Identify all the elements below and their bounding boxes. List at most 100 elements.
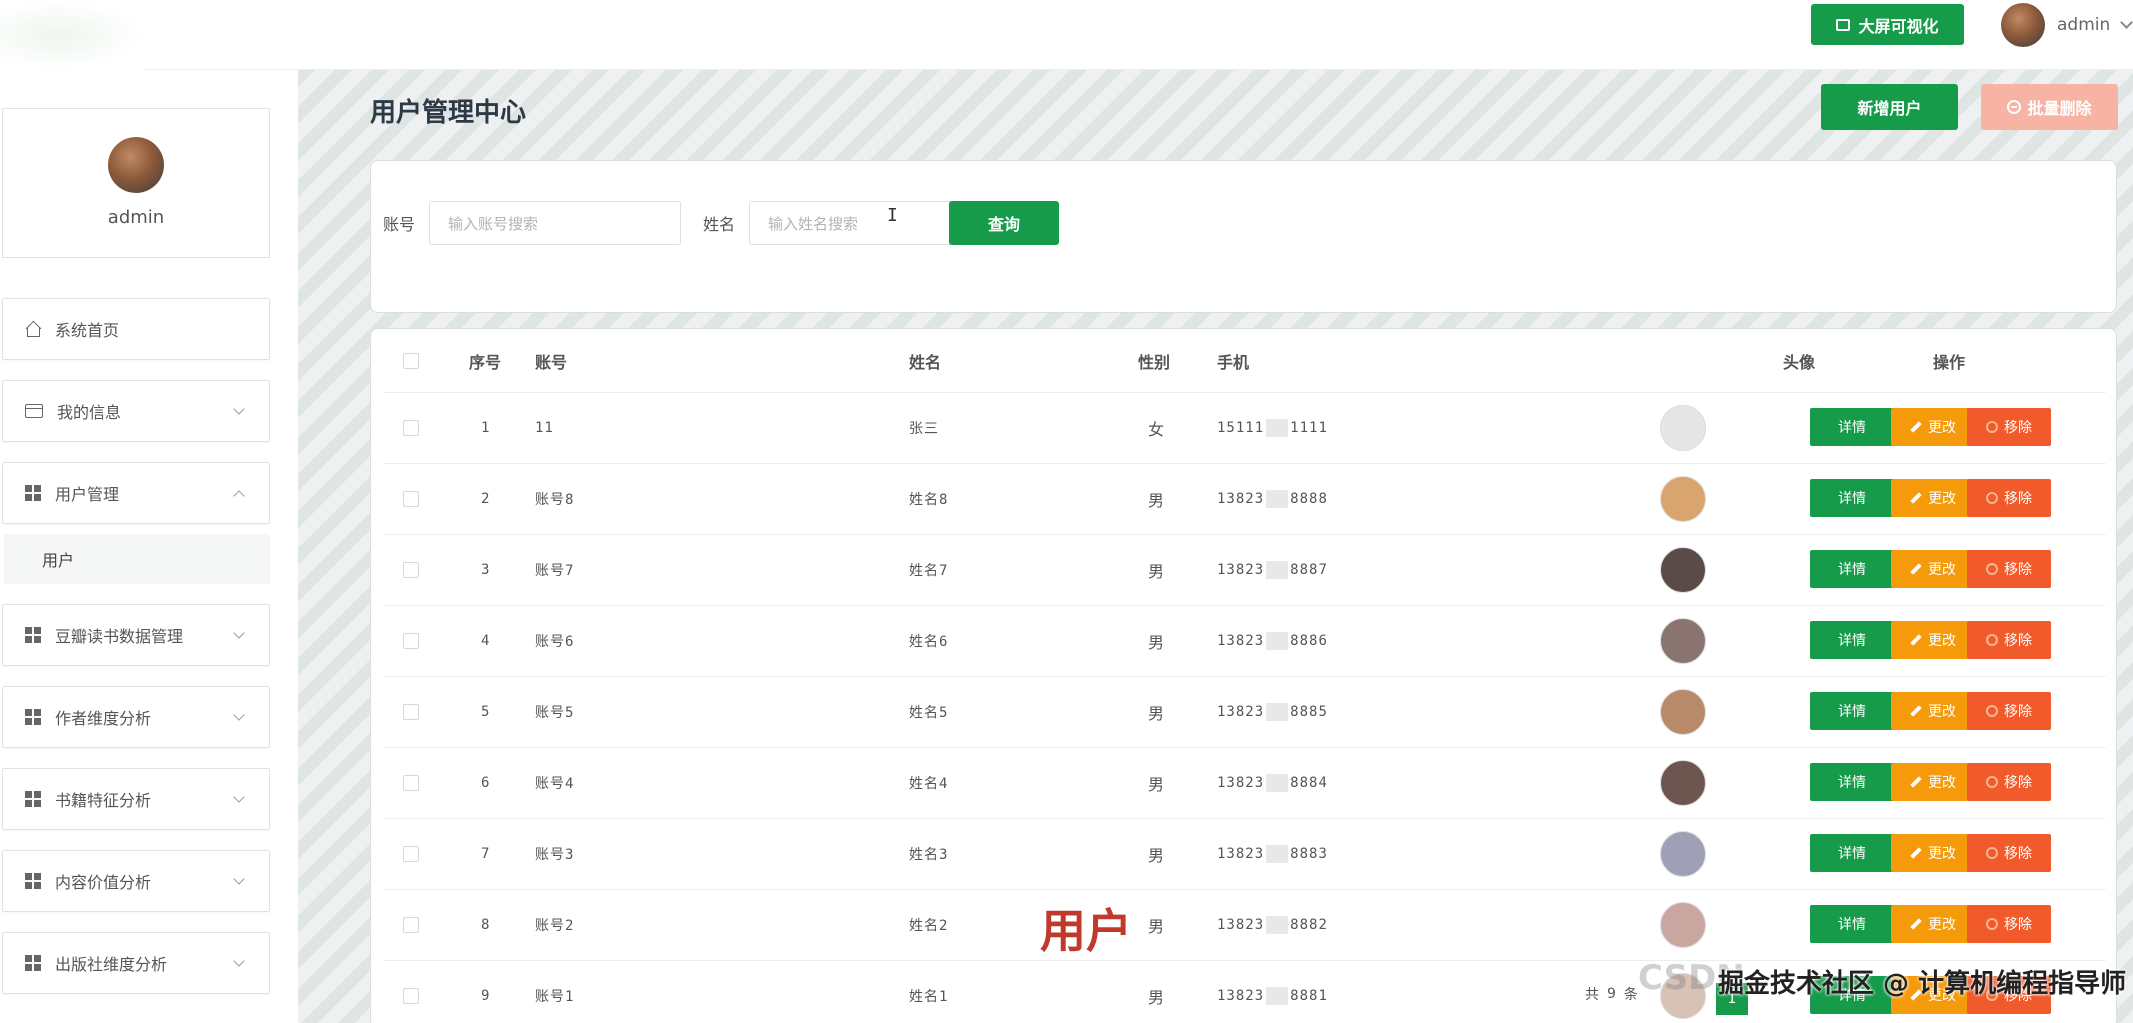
row-checkbox[interactable] xyxy=(403,420,419,436)
delete-button[interactable]: 移除 xyxy=(1967,763,2051,801)
cell-phone: 13823 8882 xyxy=(1217,890,1328,960)
sidebar-item-label: 用户管理 xyxy=(55,485,120,504)
account-search-input[interactable]: 输入账号搜索 xyxy=(429,201,681,245)
phone-mask xyxy=(1266,561,1289,579)
phone-suffix: 8883 xyxy=(1290,846,1328,862)
table-row: 3 账号7 姓名7 男 13823 8887 详情 更改 移除 xyxy=(383,535,2106,606)
table-row: 6 账号4 姓名4 男 13823 8884 详情 更改 移除 xyxy=(383,748,2106,819)
edit-button[interactable]: 更改 xyxy=(1891,834,1975,872)
detail-label: 详情 xyxy=(1838,420,1866,436)
delete-button[interactable]: 移除 xyxy=(1967,834,2051,872)
detail-button[interactable]: 详情 xyxy=(1810,905,1894,943)
phone-prefix: 13823 xyxy=(1217,704,1265,720)
edit-button[interactable]: 更改 xyxy=(1891,479,1975,517)
sidebar-item-user-management[interactable]: 用户管理 xyxy=(2,462,270,524)
edit-button[interactable]: 更改 xyxy=(1891,621,1975,659)
sidebar-item-label: 豆瓣读书数据管理 xyxy=(55,627,184,646)
detail-button[interactable]: 详情 xyxy=(1810,479,1894,517)
edit-button[interactable]: 更改 xyxy=(1891,550,1975,588)
sidebar-item-douban-data[interactable]: 豆瓣读书数据管理 xyxy=(2,604,270,666)
cell-name: 姓名8 xyxy=(909,492,949,508)
sidebar-item-home[interactable]: 系统首页 xyxy=(2,298,270,360)
delete-button[interactable]: 移除 xyxy=(1967,692,2051,730)
row-checkbox[interactable] xyxy=(403,704,419,720)
cell-gender: 女 xyxy=(1148,420,1165,439)
detail-button[interactable]: 详情 xyxy=(1810,550,1894,588)
sidebar: admin 系统首页 我的信息 用户管理 用户 豆瓣读书数据管理 作者维度分析 … xyxy=(0,70,298,1023)
pencil-icon xyxy=(1910,421,1922,433)
monitor-icon xyxy=(1836,18,1851,31)
cell-phone: 15111 1111 xyxy=(1217,393,1328,463)
row-checkbox[interactable] xyxy=(403,775,419,791)
detail-button[interactable]: 详情 xyxy=(1810,692,1894,730)
pencil-icon xyxy=(1910,918,1922,930)
avatar xyxy=(1660,405,1706,451)
batch-delete-label: 批量删除 xyxy=(2027,99,2092,118)
edit-label: 更改 xyxy=(1928,562,1956,578)
add-user-button[interactable]: 新增用户 xyxy=(1821,84,1958,130)
sidebar-item-content-value[interactable]: 内容价值分析 xyxy=(2,850,270,912)
sidebar-item-author-analysis[interactable]: 作者维度分析 xyxy=(2,686,270,748)
row-checkbox[interactable] xyxy=(403,917,419,933)
edit-button[interactable]: 更改 xyxy=(1891,763,1975,801)
cell-name: 姓名5 xyxy=(909,705,949,721)
row-checkbox[interactable] xyxy=(403,491,419,507)
grid-icon xyxy=(25,485,41,501)
cell-gender: 男 xyxy=(1148,988,1165,1007)
cell-gender: 男 xyxy=(1148,633,1165,652)
big-screen-button[interactable]: 大屏可视化 xyxy=(1811,4,1964,45)
detail-button[interactable]: 详情 xyxy=(1810,834,1894,872)
cell-account: 账号5 xyxy=(535,705,575,721)
grid-icon xyxy=(25,791,41,807)
edit-label: 更改 xyxy=(1928,420,1956,436)
delete-button[interactable]: 移除 xyxy=(1967,550,2051,588)
cell-gender: 男 xyxy=(1148,846,1165,865)
header-name: 姓名 xyxy=(909,352,942,372)
query-button[interactable]: 查询 xyxy=(949,201,1059,245)
delete-button[interactable]: 移除 xyxy=(1967,408,2051,446)
phone-mask xyxy=(1266,987,1289,1005)
edit-button[interactable]: 更改 xyxy=(1891,692,1975,730)
chevron-down-icon xyxy=(233,873,245,885)
cell-phone: 13823 8887 xyxy=(1217,535,1328,605)
user-menu[interactable]: admin xyxy=(2001,2,2133,48)
delete-label: 移除 xyxy=(2004,917,2032,933)
chevron-down-icon xyxy=(233,791,245,803)
cell-gender: 男 xyxy=(1148,562,1165,581)
detail-button[interactable]: 详情 xyxy=(1810,763,1894,801)
detail-label: 详情 xyxy=(1838,917,1866,933)
cell-gender: 男 xyxy=(1148,775,1165,794)
table-row: 8 账号2 姓名2 男 13823 8882 详情 更改 移除 xyxy=(383,890,2106,961)
row-checkbox[interactable] xyxy=(403,562,419,578)
page-title: 用户管理中心 xyxy=(370,98,527,128)
sidebar-item-label: 作者维度分析 xyxy=(55,709,152,728)
username: admin xyxy=(2057,15,2111,35)
batch-delete-button[interactable]: 批量删除 xyxy=(1981,84,2118,130)
sidebar-subitem-users[interactable]: 用户 xyxy=(4,534,270,584)
table-header: 序号 账号 姓名 性别 手机 头像 操作 xyxy=(383,329,2106,393)
chevron-down-icon xyxy=(2120,16,2133,29)
edit-button[interactable]: 更改 xyxy=(1891,905,1975,943)
delete-button[interactable]: 移除 xyxy=(1967,905,2051,943)
row-checkbox[interactable] xyxy=(403,988,419,1004)
cell-index: 2 xyxy=(481,491,491,507)
delete-button[interactable]: 移除 xyxy=(1967,621,2051,659)
detail-button[interactable]: 详情 xyxy=(1810,408,1894,446)
delete-label: 移除 xyxy=(2004,704,2032,720)
total-prefix: 共 xyxy=(1585,987,1599,1003)
phone-mask xyxy=(1266,916,1289,934)
delete-label: 移除 xyxy=(2004,562,2032,578)
overlay-caption: 用户 xyxy=(1040,904,1132,958)
row-checkbox[interactable] xyxy=(403,633,419,649)
delete-button[interactable]: 移除 xyxy=(1967,479,2051,517)
phone-prefix: 15111 xyxy=(1217,420,1265,436)
sidebar-item-book-features[interactable]: 书籍特征分析 xyxy=(2,768,270,830)
header-account: 账号 xyxy=(535,352,568,372)
detail-button[interactable]: 详情 xyxy=(1810,621,1894,659)
sidebar-item-publisher-analysis[interactable]: 出版社维度分析 xyxy=(2,932,270,994)
minus-circle-icon xyxy=(2007,100,2022,114)
sidebar-item-my-info[interactable]: 我的信息 xyxy=(2,380,270,442)
row-checkbox[interactable] xyxy=(403,846,419,862)
select-all-checkbox[interactable] xyxy=(403,352,419,369)
edit-button[interactable]: 更改 xyxy=(1891,408,1975,446)
